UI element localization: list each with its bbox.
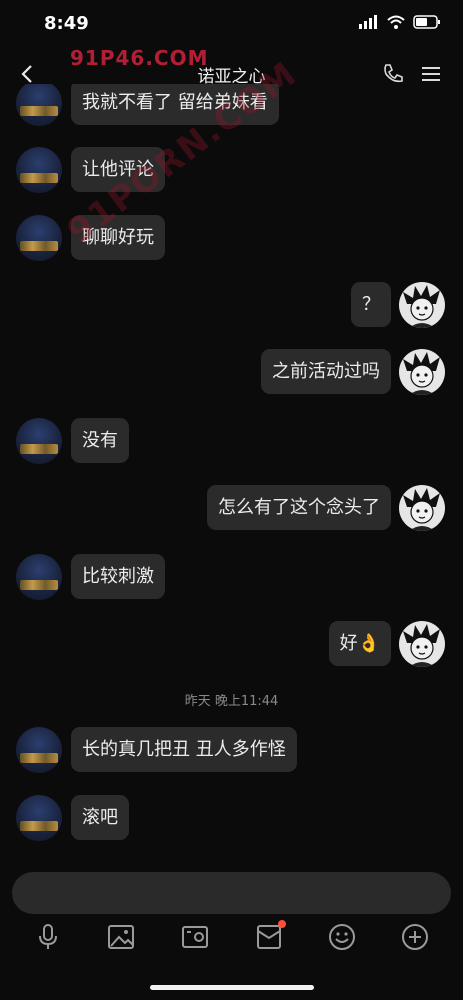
contact-avatar[interactable] xyxy=(16,418,62,464)
emoji-icon[interactable] xyxy=(327,922,357,952)
wifi-icon xyxy=(387,15,405,29)
contact-avatar[interactable] xyxy=(16,554,62,600)
self-avatar[interactable] xyxy=(399,349,445,395)
microphone-icon[interactable] xyxy=(33,922,63,952)
camera-icon[interactable] xyxy=(180,922,210,952)
contact-avatar[interactable] xyxy=(16,215,62,261)
message-bubble[interactable]: 没有 xyxy=(71,418,129,463)
red-packet-button[interactable] xyxy=(254,920,286,952)
message-bubble[interactable]: 聊聊好玩 xyxy=(71,215,165,260)
timestamp: 昨天 晚上11:44 xyxy=(184,694,279,709)
plus-icon[interactable] xyxy=(400,922,430,952)
watermark-logo: 91P46.COM xyxy=(70,46,209,70)
message-bubble[interactable]: 我就不看了 留给弟妹看 xyxy=(71,84,279,125)
menu-icon[interactable] xyxy=(419,62,443,86)
message-bubble[interactable]: 长的真几把丑 丑人多作怪 xyxy=(71,727,297,772)
home-indicator xyxy=(150,985,314,990)
message-bubble[interactable]: 好👌 xyxy=(328,621,391,666)
status-bar: 8:49 xyxy=(0,0,463,48)
anime-avatar-icon xyxy=(403,352,440,395)
message-bubble[interactable]: 之前活动过吗 xyxy=(261,349,391,394)
self-avatar[interactable] xyxy=(399,621,445,667)
contact-avatar[interactable] xyxy=(16,795,62,841)
contact-avatar[interactable] xyxy=(16,84,62,126)
contact-avatar[interactable] xyxy=(16,727,62,773)
message-bubble[interactable]: 让他评论 xyxy=(71,147,165,192)
status-time: 8:49 xyxy=(44,13,89,34)
message-bubble[interactable]: ？ xyxy=(351,282,391,327)
notification-dot xyxy=(278,920,286,928)
self-avatar[interactable] xyxy=(399,282,445,328)
anime-avatar-icon xyxy=(403,488,440,531)
input-toolbar xyxy=(0,918,463,958)
self-avatar[interactable] xyxy=(399,485,445,531)
message-input[interactable] xyxy=(12,872,451,914)
message-bubble[interactable]: 比较刺激 xyxy=(71,554,165,599)
image-icon[interactable] xyxy=(106,922,136,952)
anime-avatar-icon xyxy=(403,285,440,328)
phone-icon[interactable] xyxy=(381,62,405,86)
message-bubble[interactable]: 滚吧 xyxy=(71,795,129,840)
contact-avatar[interactable] xyxy=(16,147,62,193)
chat-area[interactable]: 我就不看了 留给弟妹看 让他评论 聊聊好玩 ？ 之前活动过吗 没有 怎么有了这个… xyxy=(0,84,463,864)
battery-icon xyxy=(413,15,440,29)
status-icons xyxy=(359,15,441,29)
message-bubble[interactable]: 怎么有了这个念头了 xyxy=(207,485,391,530)
anime-avatar-icon xyxy=(403,624,440,667)
signal-icon xyxy=(359,15,377,29)
